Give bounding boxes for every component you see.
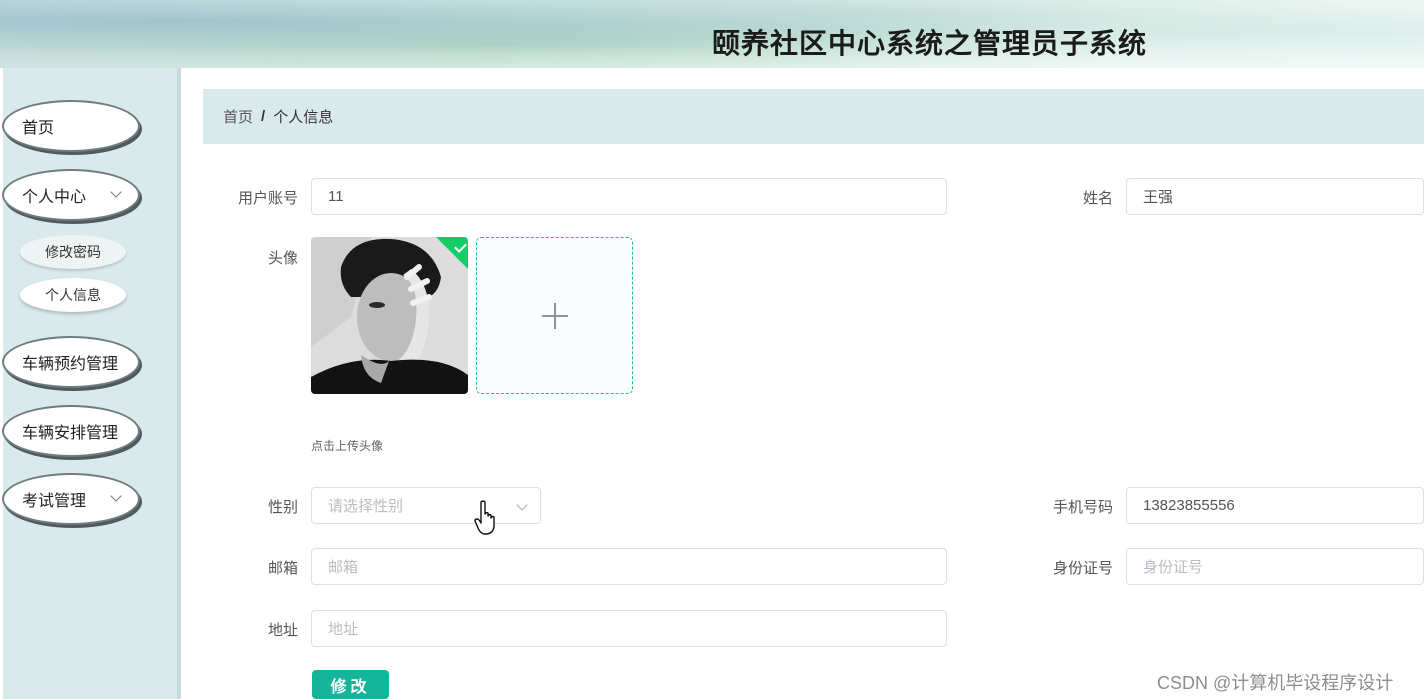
breadcrumb: 首页 / 个人信息 [203, 89, 1424, 144]
sidebar-subitem-change-password[interactable]: 修改密码 [20, 235, 126, 269]
account-value: 11 [328, 188, 344, 205]
sidebar-item-label: 车辆安排管理 [22, 425, 119, 442]
watermark: CSDN @计算机毕设程序设计 [1157, 673, 1394, 693]
sidebar-item-vehicle-booking[interactable]: 车辆预约管理 [2, 336, 140, 388]
name-field[interactable]: 王强 [1126, 178, 1424, 215]
avatar-label: 头像 [267, 250, 298, 267]
hand-pointer-icon [474, 500, 495, 535]
gender-label: 性别 [267, 499, 298, 516]
page: 颐养社区中心系统之管理员子系统 首页 个人中心 修改密码 个人信息 车辆预约管理… [0, 0, 1424, 699]
chevron-down-icon [110, 186, 122, 198]
name-label: 姓名 [1082, 190, 1113, 207]
sidebar-item-label: 考试管理 [22, 493, 87, 510]
email-field[interactable]: 邮箱 [311, 548, 947, 585]
id-card-field[interactable]: 身份证号 [1126, 548, 1424, 585]
avatar-image[interactable] [311, 237, 468, 394]
sidebar-item-label: 个人中心 [22, 189, 87, 206]
phone-field[interactable]: 13823855556 [1126, 487, 1424, 524]
phone-value: 13823855556 [1143, 497, 1235, 514]
sidebar-subitem-label: 修改密码 [45, 244, 101, 260]
avatar-upload-hint: 点击上传头像 [311, 439, 384, 453]
account-field[interactable]: 11 [311, 178, 947, 215]
sidebar-subitem-personal-info[interactable]: 个人信息 [20, 278, 126, 312]
email-label: 邮箱 [267, 560, 298, 577]
gender-select[interactable]: 请选择性别 [311, 487, 541, 524]
address-placeholder: 地址 [328, 621, 359, 638]
submit-button[interactable]: 修改 [312, 670, 389, 699]
phone-label: 手机号码 [1052, 499, 1113, 516]
sidebar-subitem-label: 个人信息 [45, 287, 101, 303]
sidebar-item-vehicle-arrangement[interactable]: 车辆安排管理 [2, 405, 140, 457]
chevron-down-icon [110, 490, 122, 502]
sidebar-item-label: 车辆预约管理 [22, 356, 119, 373]
avatar-upload-button[interactable] [476, 237, 633, 394]
sidebar-item-home[interactable]: 首页 [2, 100, 140, 152]
app-title: 颐养社区中心系统之管理员子系统 [712, 27, 1148, 60]
plus-icon [541, 302, 568, 329]
account-label: 用户账号 [237, 190, 298, 207]
id-card-label: 身份证号 [1052, 560, 1113, 577]
breadcrumb-home[interactable]: 首页 [223, 106, 253, 127]
id-card-placeholder: 身份证号 [1143, 559, 1204, 576]
sidebar-divider [177, 68, 181, 699]
gender-placeholder: 请选择性别 [328, 498, 404, 515]
sidebar-item-label: 首页 [22, 120, 55, 137]
chevron-down-icon [516, 499, 528, 511]
breadcrumb-current: 个人信息 [273, 109, 334, 126]
address-field[interactable]: 地址 [311, 610, 947, 647]
name-value: 王强 [1143, 189, 1174, 206]
sidebar-item-exam-management[interactable]: 考试管理 [2, 473, 140, 525]
header-banner: 颐养社区中心系统之管理员子系统 [0, 0, 1424, 68]
address-label: 地址 [267, 622, 298, 639]
email-placeholder: 邮箱 [328, 559, 359, 576]
sidebar-item-personal-center[interactable]: 个人中心 [2, 169, 140, 221]
breadcrumb-separator: / [261, 108, 266, 125]
